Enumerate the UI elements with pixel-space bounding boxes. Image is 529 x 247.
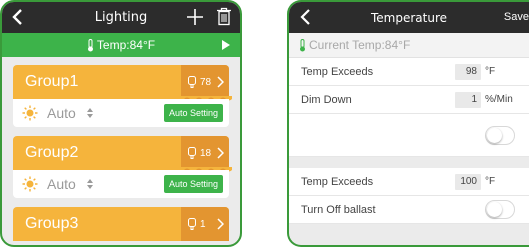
temp-exceeds-input-2[interactable]: 100 bbox=[455, 174, 481, 190]
sun-icon bbox=[22, 105, 38, 121]
group-name: Group2 bbox=[25, 144, 79, 161]
dim-toggle[interactable] bbox=[485, 126, 515, 145]
group-count: 1 bbox=[200, 218, 206, 230]
bulb-icon bbox=[188, 218, 196, 230]
group-count-badge[interactable]: 18 bbox=[181, 136, 229, 170]
group-name: Group1 bbox=[25, 73, 79, 90]
back-arrow-icon[interactable] bbox=[297, 8, 315, 26]
group-count-badge[interactable]: 78 bbox=[181, 65, 229, 99]
temperature-header: Temperature Save bbox=[289, 2, 529, 33]
bulb-icon bbox=[188, 76, 196, 88]
play-arrow-icon[interactable] bbox=[222, 40, 230, 50]
row-label: Turn Off ballast bbox=[301, 203, 376, 216]
unit-label: %/Min bbox=[485, 94, 513, 105]
page-title: Lighting bbox=[94, 10, 148, 25]
unit-label: °F bbox=[485, 176, 496, 187]
back-arrow-icon[interactable] bbox=[8, 7, 28, 27]
group-controls: Auto Auto Setting bbox=[13, 170, 229, 198]
row-label: Temp Exceeds bbox=[301, 65, 374, 78]
row-label: Dim Down bbox=[301, 93, 352, 106]
lighting-screen: Lighting Temp:84°F Group1 78 Auto Auto S… bbox=[0, 0, 242, 247]
row-label: Temp Exceeds bbox=[301, 175, 374, 188]
sun-icon bbox=[22, 176, 38, 192]
dim-toggle-row bbox=[289, 114, 529, 157]
group-header[interactable]: Group2 18 bbox=[13, 136, 229, 170]
temperature-screen: Temperature Save Current Temp:84°F Temp … bbox=[287, 0, 529, 247]
toggle-knob bbox=[487, 128, 502, 143]
thermometer-icon bbox=[87, 38, 93, 51]
temperature-label: Temp:84°F bbox=[96, 38, 156, 52]
group-header[interactable]: Group3 1 bbox=[13, 207, 229, 241]
dim-down-row: Dim Down 1 %/Min bbox=[289, 86, 529, 114]
group-count: 18 bbox=[200, 147, 212, 159]
add-icon[interactable] bbox=[186, 8, 204, 26]
turn-off-ballast-toggle[interactable] bbox=[485, 200, 515, 219]
bulb-icon bbox=[188, 147, 196, 159]
toggle-knob bbox=[487, 202, 502, 217]
group-list: Group1 78 Auto Auto Setting Group2 18 Au… bbox=[2, 57, 240, 241]
group-header[interactable]: Group1 78 bbox=[13, 65, 229, 99]
unit-label: °F bbox=[485, 66, 496, 77]
group-card: Group2 18 Auto Auto Setting bbox=[13, 136, 232, 198]
temp-exceeds-row: Temp Exceeds 98 °F bbox=[289, 58, 529, 86]
group-count-badge[interactable]: 1 bbox=[181, 207, 229, 241]
temperature-bar[interactable]: Temp:84°F bbox=[2, 33, 240, 57]
auto-setting-button[interactable]: Auto Setting bbox=[163, 175, 223, 193]
temp-exceeds-input[interactable]: 98 bbox=[455, 64, 481, 80]
trash-icon[interactable] bbox=[216, 7, 232, 26]
lighting-header: Lighting bbox=[2, 2, 240, 33]
auto-setting-button[interactable]: Auto Setting bbox=[163, 104, 223, 122]
mode-select[interactable]: Auto bbox=[47, 176, 76, 192]
dim-down-input[interactable]: 1 bbox=[455, 92, 481, 108]
group-count: 78 bbox=[200, 76, 212, 88]
chevron-right-icon bbox=[217, 147, 224, 159]
page-title: Temperature bbox=[370, 10, 447, 25]
section-divider bbox=[289, 157, 529, 168]
chevron-right-icon bbox=[217, 218, 224, 230]
thermometer-icon bbox=[300, 38, 305, 51]
temp-exceeds-row-2: Temp Exceeds 100 °F bbox=[289, 168, 529, 196]
sort-arrows-icon[interactable] bbox=[86, 179, 93, 189]
chevron-right-icon bbox=[217, 76, 224, 88]
current-temp-label: Current Temp:84°F bbox=[309, 38, 411, 52]
sort-arrows-icon[interactable] bbox=[86, 108, 93, 118]
group-name: Group3 bbox=[25, 215, 79, 232]
group-card: Group1 78 Auto Auto Setting bbox=[13, 65, 232, 127]
turn-off-ballast-row: Turn Off ballast bbox=[289, 196, 529, 224]
mode-select[interactable]: Auto bbox=[47, 105, 76, 121]
current-temp-row: Current Temp:84°F bbox=[289, 33, 529, 58]
group-controls: Auto Auto Setting bbox=[13, 99, 229, 127]
save-button[interactable]: Save bbox=[504, 11, 529, 23]
group-card: Group3 1 bbox=[13, 207, 229, 241]
